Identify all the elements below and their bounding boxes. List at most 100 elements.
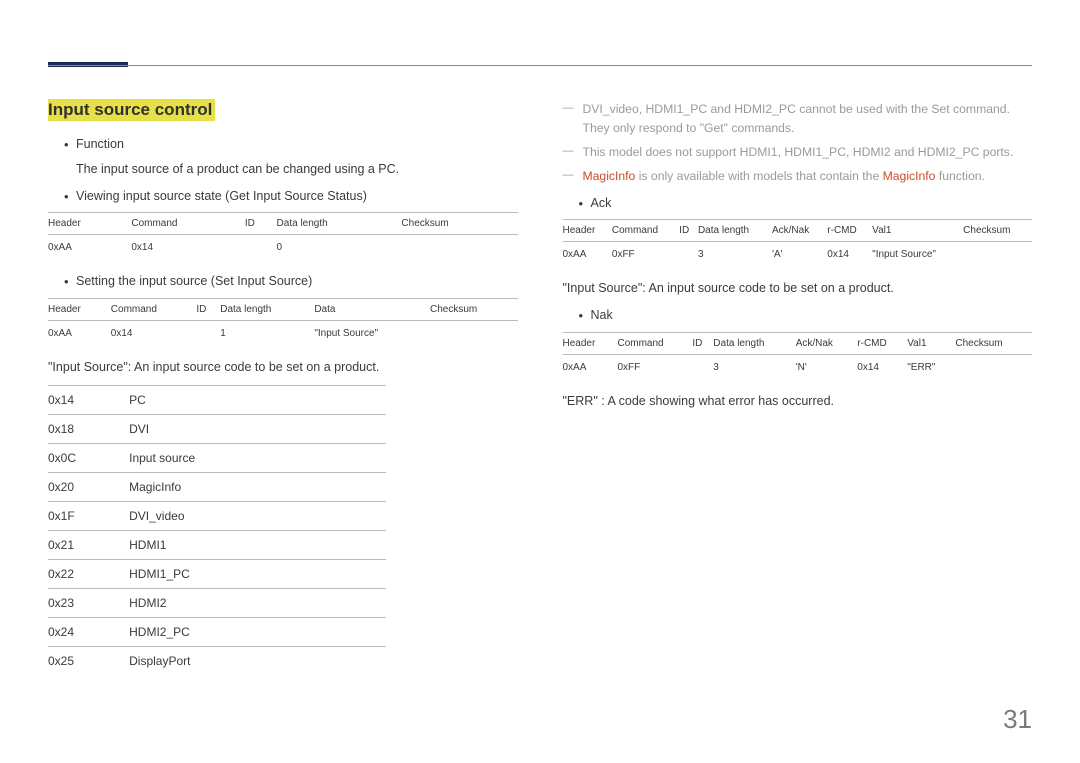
section-title: Input source control: [48, 99, 215, 121]
table-row: 0x14PC: [48, 385, 386, 414]
bullet-function-sub: The input source of a product can be cha…: [48, 160, 518, 179]
td: [245, 235, 277, 261]
table-row: 0x1FDVI_video: [48, 501, 386, 530]
table-row: 0x18DVI: [48, 414, 386, 443]
table-get-status: Header Command ID Data length Checksum 0…: [48, 212, 518, 260]
td: DVI: [129, 414, 386, 443]
td: 0x14: [48, 385, 129, 414]
td: 0xFF: [612, 242, 679, 268]
table-row: Header Command ID Data length Checksum: [48, 213, 518, 235]
th-datalen: Data length: [220, 298, 314, 320]
td: 0x14: [827, 242, 872, 268]
right-column: DVI_video, HDMI1_PC and HDMI2_PC cannot …: [563, 100, 1033, 675]
bullet-function: Function: [48, 135, 518, 154]
td: [963, 242, 1032, 268]
note3-end: function.: [935, 169, 984, 183]
th: Ack/Nak: [796, 332, 858, 354]
bullet-set-source: Setting the input source (Set Input Sour…: [48, 272, 518, 291]
td: 0x18: [48, 414, 129, 443]
td: 0x22: [48, 559, 129, 588]
td: "Input Source": [314, 320, 430, 346]
td: [955, 354, 1032, 380]
th-header: Header: [48, 213, 131, 235]
th: r-CMD: [857, 332, 907, 354]
th: Checksum: [963, 220, 1032, 242]
bullet-list-left-1: Function: [48, 135, 518, 154]
td: 0xAA: [563, 242, 612, 268]
td: [196, 320, 220, 346]
td: 'A': [772, 242, 827, 268]
th: Command: [617, 332, 692, 354]
td: 0x20: [48, 472, 129, 501]
th: Header: [563, 332, 618, 354]
td: [679, 242, 698, 268]
td: HDMI1: [129, 530, 386, 559]
th-id: ID: [196, 298, 220, 320]
th-id: ID: [245, 213, 277, 235]
th: ID: [692, 332, 713, 354]
table-row: 0x24HDMI2_PC: [48, 617, 386, 646]
table-row: 0x23HDMI2: [48, 588, 386, 617]
bullet-ack-list: Ack: [563, 194, 1033, 213]
note3-mid: is only available with models that conta…: [635, 169, 882, 183]
table-source-codes: 0x14PC0x18DVI0x0CInput source0x20MagicIn…: [48, 385, 386, 675]
td: 0xAA: [48, 235, 131, 261]
bullet-ack: Ack: [563, 194, 1033, 213]
td: "Input Source": [872, 242, 963, 268]
td: 0x23: [48, 588, 129, 617]
content-columns: Input source control Function The input …: [48, 100, 1032, 675]
th-datalen: Data length: [277, 213, 402, 235]
desc-input-source: "Input Source": An input source code to …: [48, 358, 518, 377]
td: HDMI2_PC: [129, 617, 386, 646]
td: Input source: [129, 443, 386, 472]
td: 3: [713, 354, 795, 380]
td: PC: [129, 385, 386, 414]
th: Checksum: [955, 332, 1032, 354]
th: Command: [612, 220, 679, 242]
section-title-wrap: Input source control: [48, 100, 518, 120]
table-row: Header Command ID Data length Ack/Nak r-…: [563, 332, 1033, 354]
table-row: 0xAA 0xFF 3 'N' 0x14 "ERR": [563, 354, 1033, 380]
td: 0x0C: [48, 443, 129, 472]
table-row: Header Command ID Data length Ack/Nak r-…: [563, 220, 1033, 242]
table-nak: Header Command ID Data length Ack/Nak r-…: [563, 332, 1033, 380]
th: Header: [563, 220, 612, 242]
note-3: MagicInfo is only available with models …: [563, 167, 1033, 186]
th: Ack/Nak: [772, 220, 827, 242]
bullet-view-state: Viewing input source state (Get Input So…: [48, 187, 518, 206]
th: Data length: [713, 332, 795, 354]
td: HDMI1_PC: [129, 559, 386, 588]
td: DVI_video: [129, 501, 386, 530]
td: 0xFF: [617, 354, 692, 380]
bullet-nak: Nak: [563, 306, 1033, 325]
th: ID: [679, 220, 698, 242]
bullet-list-left-3: Setting the input source (Set Input Sour…: [48, 272, 518, 291]
td: HDMI2: [129, 588, 386, 617]
td: DisplayPort: [129, 646, 386, 675]
page: Input source control Function The input …: [0, 0, 1080, 763]
note-2: This model does not support HDMI1, HDMI1…: [563, 143, 1033, 162]
td: 0: [277, 235, 402, 261]
td: 0x14: [857, 354, 907, 380]
th: r-CMD: [827, 220, 872, 242]
left-column: Input source control Function The input …: [48, 100, 518, 675]
table-set-source: Header Command ID Data length Data Check…: [48, 298, 518, 346]
table-row: 0x22HDMI1_PC: [48, 559, 386, 588]
td: 0x14: [111, 320, 197, 346]
td: 3: [698, 242, 772, 268]
table-ack: Header Command ID Data length Ack/Nak r-…: [563, 219, 1033, 267]
bullet-list-left-2: Viewing input source state (Get Input So…: [48, 187, 518, 206]
desc-ack: "Input Source": An input source code to …: [563, 279, 1033, 298]
bullet-nak-list: Nak: [563, 306, 1033, 325]
th: Data length: [698, 220, 772, 242]
td: 0xAA: [563, 354, 618, 380]
td: [692, 354, 713, 380]
td: 0x1F: [48, 501, 129, 530]
th-checksum: Checksum: [401, 213, 517, 235]
table-row: Header Command ID Data length Data Check…: [48, 298, 518, 320]
th-command: Command: [111, 298, 197, 320]
accent-magicinfo-1: MagicInfo: [583, 169, 636, 183]
td: 1: [220, 320, 314, 346]
td: 0x14: [131, 235, 245, 261]
th-command: Command: [131, 213, 245, 235]
